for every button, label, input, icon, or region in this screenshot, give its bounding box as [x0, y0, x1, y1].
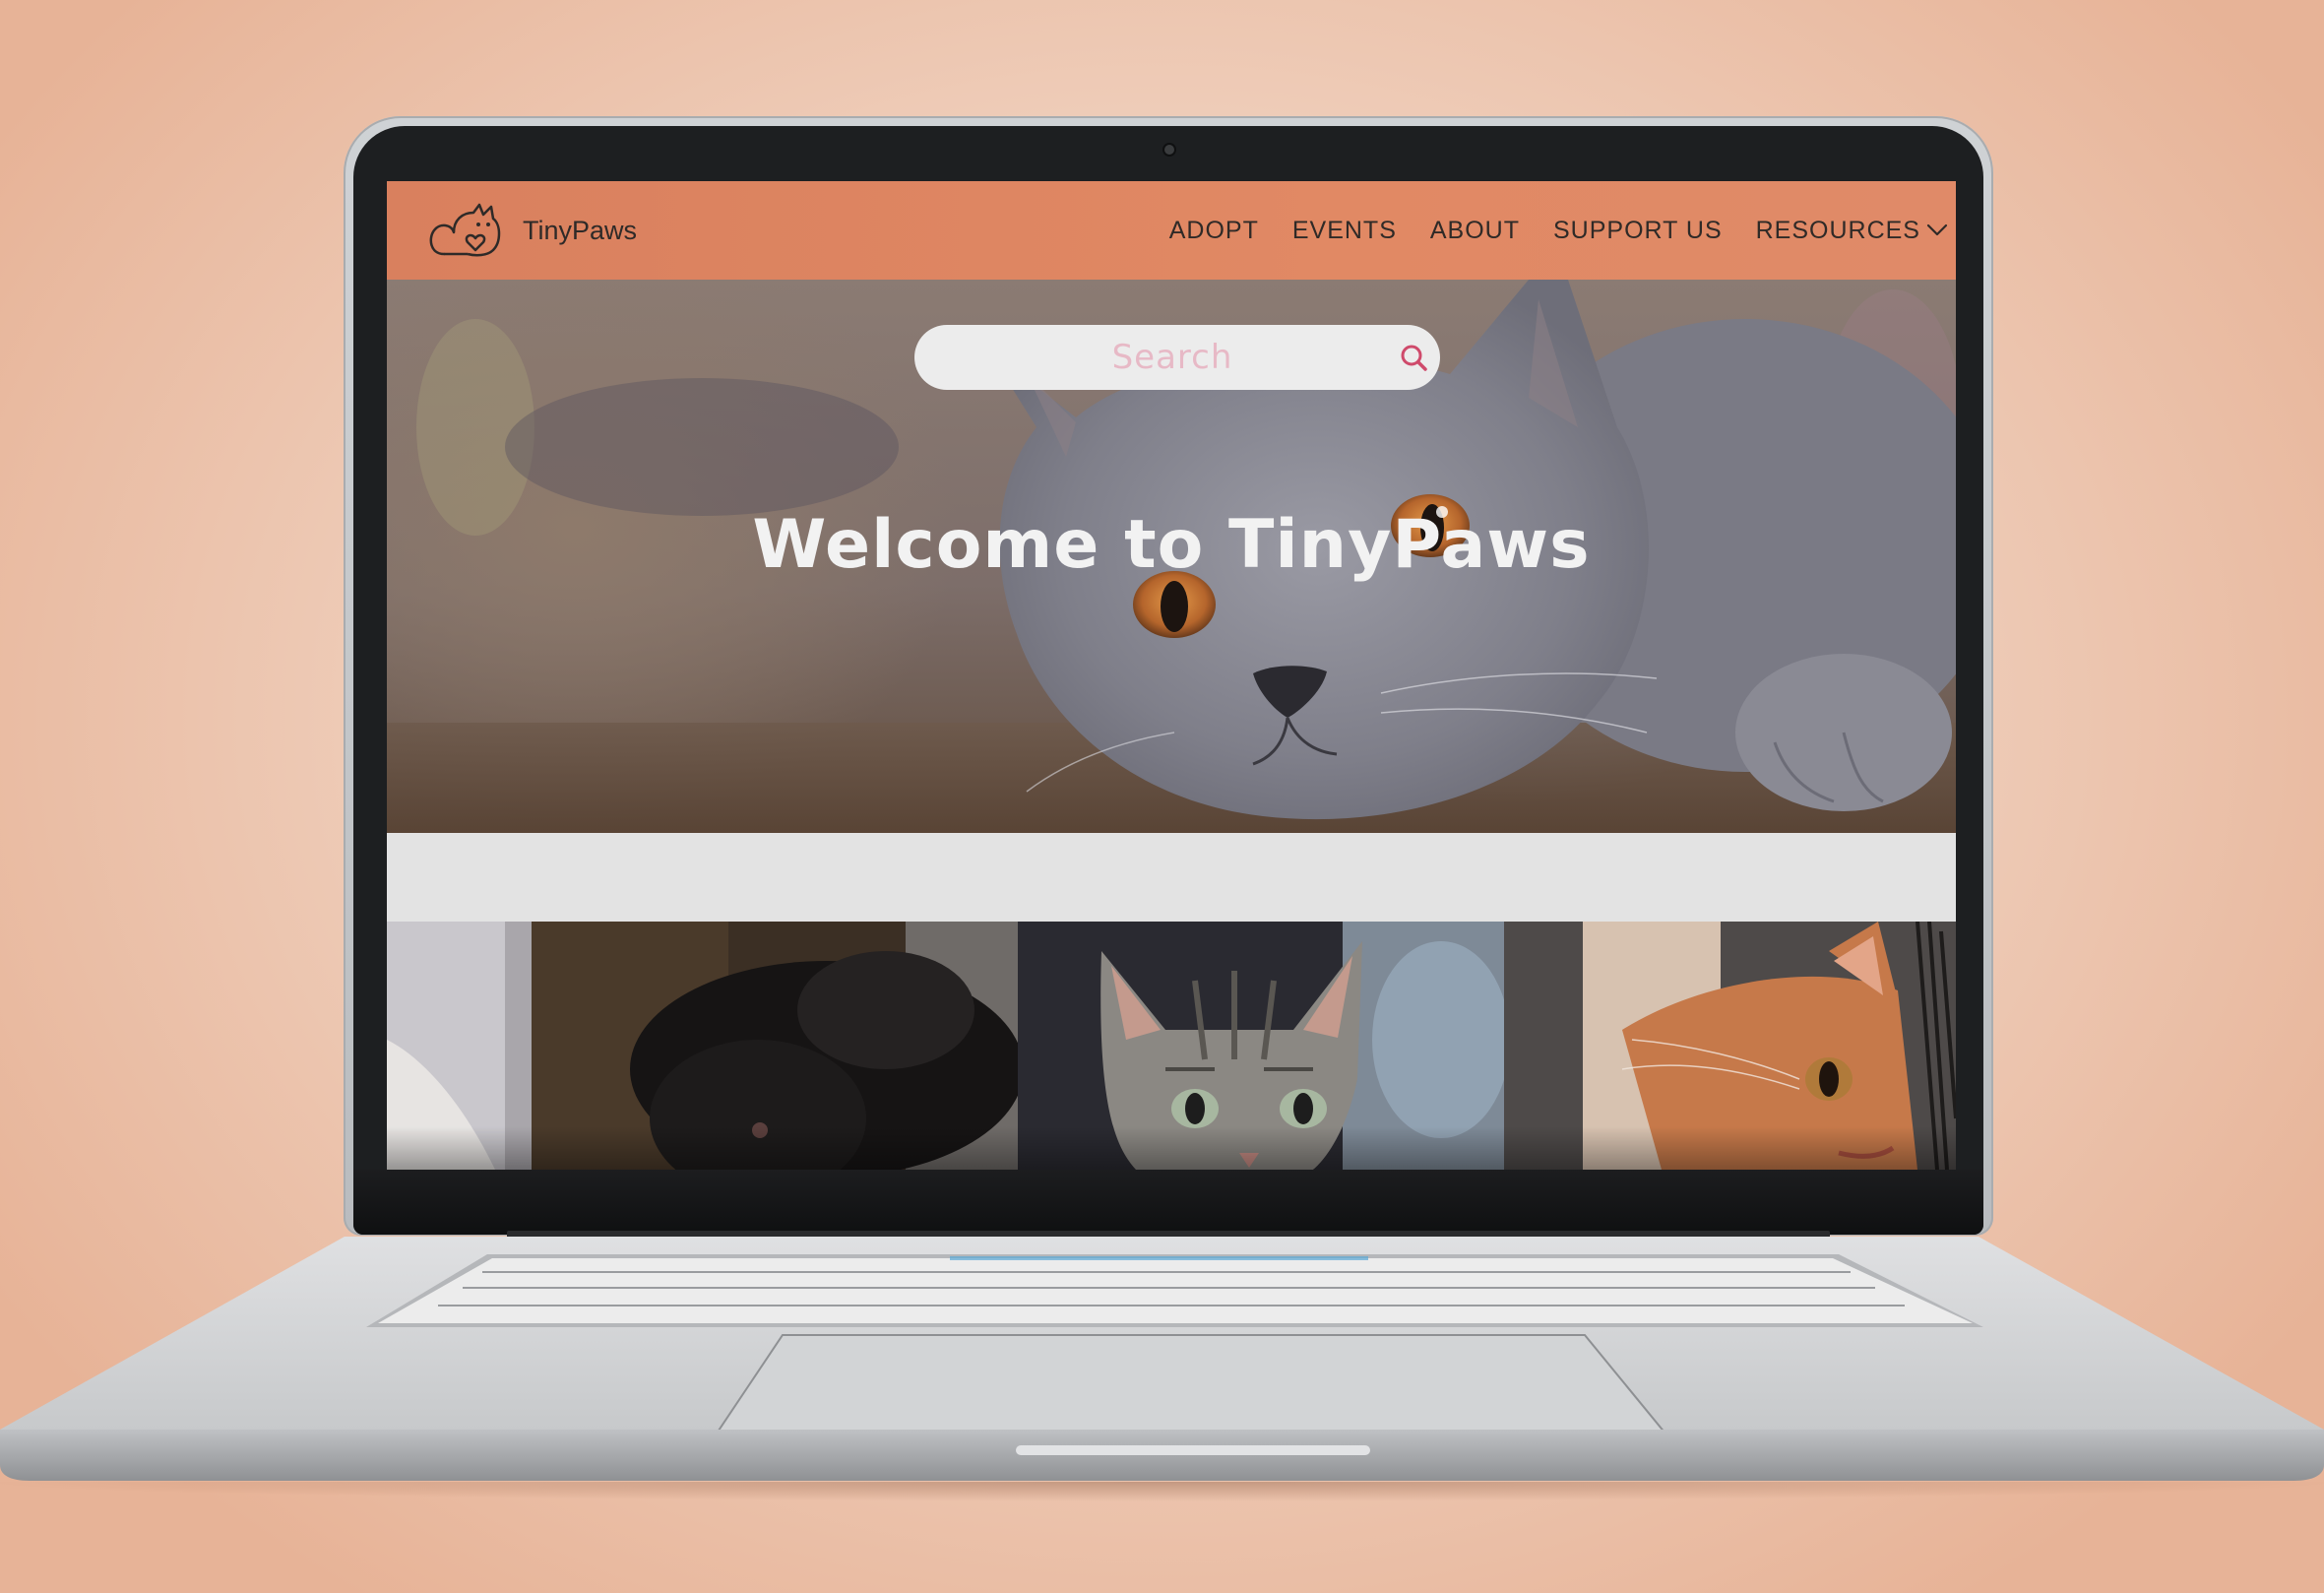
brand-name: TinyPaws	[523, 215, 638, 245]
cat-heart-logo-icon	[429, 203, 501, 257]
hero-title: Welcome to TinyPaws	[752, 506, 1591, 584]
laptop-screen: TinyPaws ADOPT EVENTS ABOUT SUPPORT US R…	[387, 181, 1956, 1170]
nav-item-resources-label: RESOURCES	[1755, 216, 1920, 244]
nav-item-events[interactable]: EVENTS	[1292, 217, 1397, 245]
site-navbar: TinyPaws ADOPT EVENTS ABOUT SUPPORT US R…	[387, 181, 1956, 280]
webcam-icon	[1164, 145, 1174, 155]
nav-links: ADOPT EVENTS ABOUT SUPPORT US RESOURCES	[1136, 181, 1948, 280]
mockup-scene: TinyPaws ADOPT EVENTS ABOUT SUPPORT US R…	[0, 0, 2324, 1593]
section-divider	[387, 833, 1956, 922]
screen-reflection	[387, 1126, 1956, 1170]
keyboard-deck	[0, 1237, 2324, 1434]
search-icon[interactable]	[1399, 343, 1428, 372]
hero-banner: Welcome to TinyPaws	[387, 280, 1956, 833]
laptop-bottom-bezel	[353, 1170, 1983, 1235]
laptop-base-front	[0, 1430, 2324, 1481]
chevron-down-icon	[1926, 223, 1948, 236]
nav-item-support-us[interactable]: SUPPORT US	[1553, 217, 1723, 245]
laptop-base	[0, 1237, 2324, 1434]
nav-item-about[interactable]: ABOUT	[1430, 217, 1520, 245]
laptop-shadow	[0, 1482, 2324, 1521]
brand[interactable]: TinyPaws	[424, 195, 637, 266]
search-input[interactable]	[954, 337, 1391, 378]
nav-item-resources[interactable]: RESOURCES	[1756, 217, 1948, 245]
nav-item-adopt[interactable]: ADOPT	[1169, 217, 1259, 245]
search-bar[interactable]	[914, 325, 1440, 390]
